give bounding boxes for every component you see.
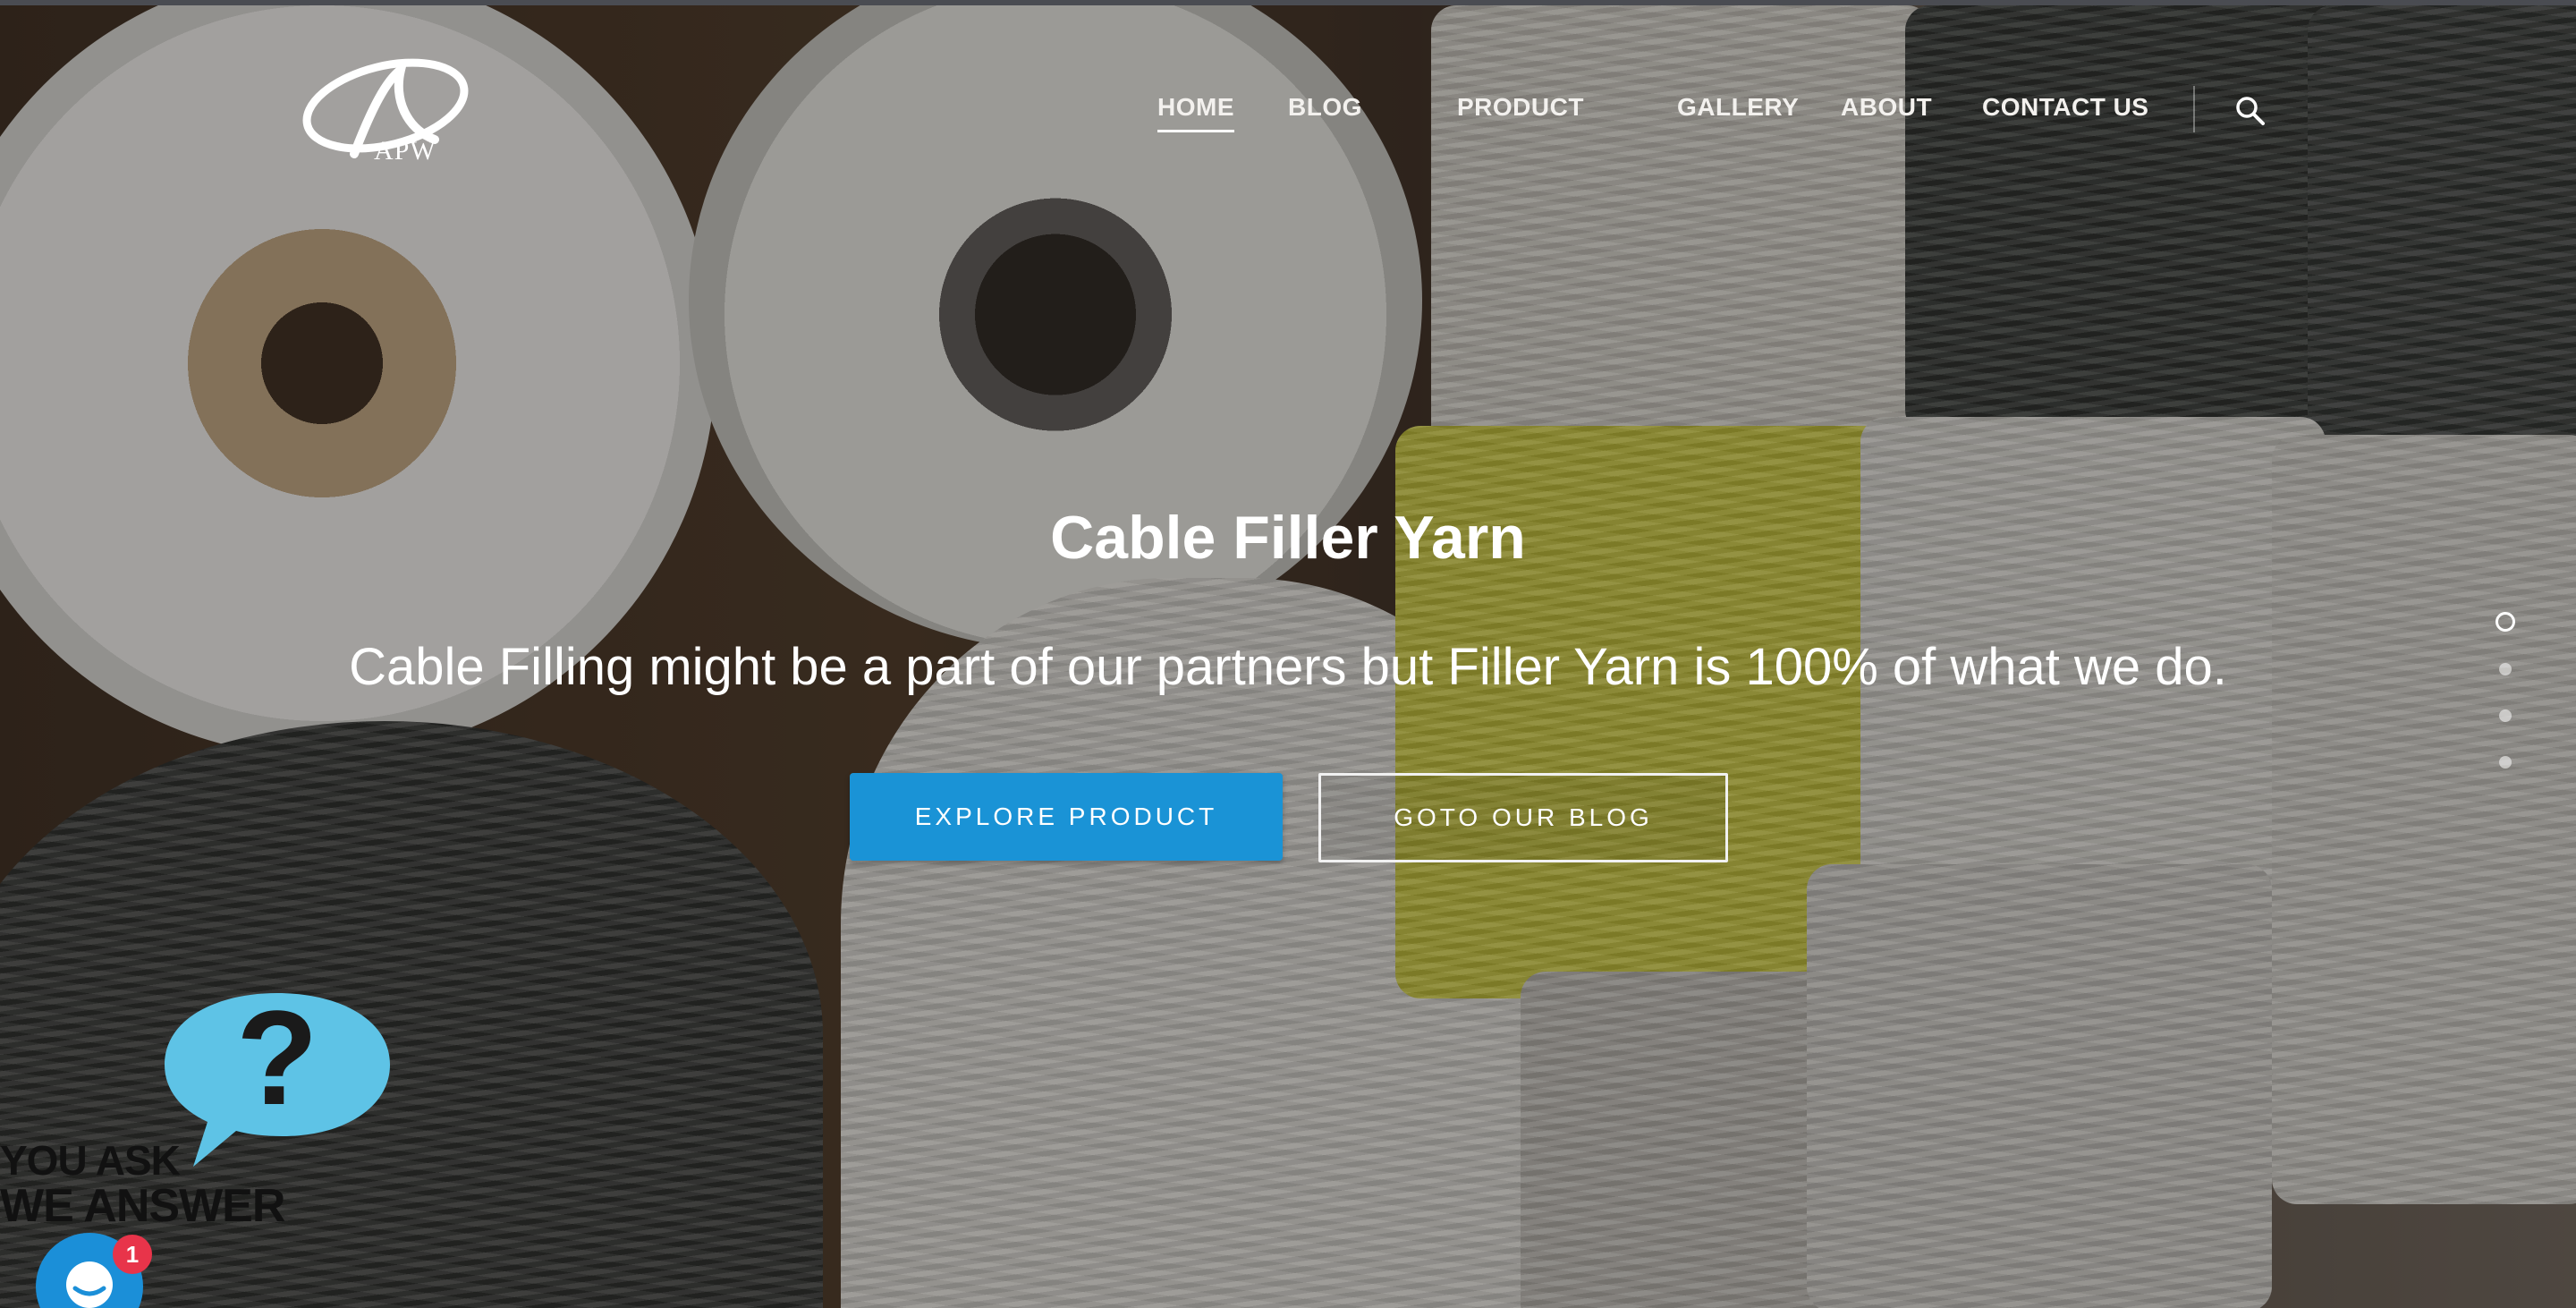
faq-line-ask: YOU ASK (0, 1137, 181, 1184)
nav-divider (2193, 86, 2195, 132)
faq-line-answer: WE ANSWER (0, 1180, 285, 1232)
browser-top-edge (0, 0, 2576, 5)
explore-product-button[interactable]: EXPLORE PRODUCT (850, 773, 1283, 861)
goto-blog-button[interactable]: GOTO OUR BLOG (1318, 773, 1728, 862)
nav-contact-us[interactable]: CONTACT US (1982, 93, 2148, 122)
site-logo[interactable]: APW (301, 54, 470, 170)
slider-dot-2[interactable] (2499, 663, 2512, 675)
logo-text: APW (374, 136, 436, 166)
nav-about[interactable]: ABOUT (1841, 93, 1932, 122)
faq-widget[interactable]: ? (161, 982, 394, 1167)
slider-dot-3[interactable] (2499, 709, 2512, 722)
hero-subtitle: Cable Filling might be a part of our par… (349, 638, 2227, 696)
nav-home[interactable]: HOME (1157, 93, 1234, 132)
nav-blog[interactable]: BLOG (1288, 93, 1362, 122)
nav-product[interactable]: PRODUCT (1457, 93, 1584, 122)
hero-slider: APW HOME BLOG PRODUCT GALLERY ABOUT CONT… (0, 0, 2576, 1308)
question-mark: ? (236, 982, 318, 1133)
slider-dot-1[interactable] (2496, 612, 2515, 632)
unread-badge: 1 (113, 1235, 152, 1274)
nav-gallery[interactable]: GALLERY (1677, 93, 1799, 122)
slider-dot-4[interactable] (2499, 756, 2512, 769)
search-icon (2236, 97, 2265, 125)
search-button[interactable] (2233, 93, 2268, 129)
hero-title: Cable Filler Yarn (1050, 504, 1526, 572)
